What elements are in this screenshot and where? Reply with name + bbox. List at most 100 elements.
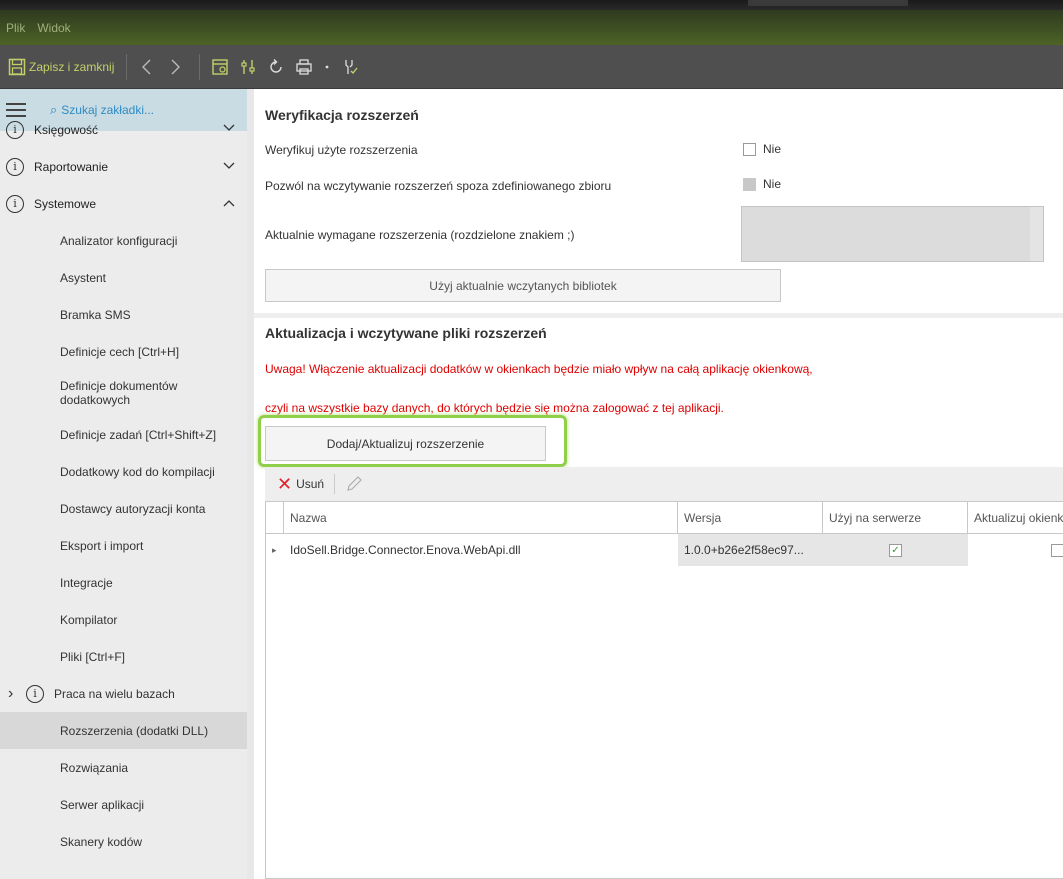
save-and-close-label: Zapisz i zamknij — [29, 59, 115, 74]
sidebar-subgroup-praca-na-wielu-bazach[interactable]: › i Praca na wielu bazach — [0, 675, 247, 712]
chevron-right-icon: › — [8, 684, 14, 702]
save-and-close-button[interactable]: Zapisz i zamknij — [4, 54, 118, 80]
row-expand-icon[interactable]: ▸ — [266, 534, 284, 566]
sidebar-item[interactable]: Integracje — [0, 564, 247, 601]
warning-text-line2: czyli na wszystkie bazy danych, do który… — [265, 401, 724, 415]
extensions-grid: Nazwa Wersja Użyj na serwerze Aktualizuj… — [265, 501, 1063, 879]
sidebar-group-label: Raportowanie — [34, 159, 109, 174]
sidebar-item[interactable]: Bramka SMS — [0, 296, 247, 333]
hamburger-menu-icon[interactable] — [6, 103, 26, 117]
warning-text-line1: Uwaga! Włączenie aktualizacji dodatków w… — [265, 362, 813, 376]
sidebar-item[interactable]: Definicje dokumentów dodatkowych — [0, 370, 200, 416]
menu-view[interactable]: Widok — [37, 21, 70, 35]
cell-version: 1.0.0+b26e2f58ec97... — [678, 534, 823, 566]
toolbar-separator — [199, 53, 201, 80]
section-divider — [254, 313, 1063, 318]
verify-extensions-value: Nie — [763, 142, 782, 156]
sidebar-item[interactable]: Skanery kodów — [0, 823, 247, 860]
search-icon: ⌕ — [50, 102, 58, 117]
use-on-server-checkbox[interactable]: ✓ — [889, 543, 902, 557]
settings-icon — [241, 59, 255, 74]
sidebar-item[interactable]: Kompilator — [0, 601, 247, 638]
sidebar-search-input[interactable]: Szukaj zakładki... — [61, 103, 154, 117]
forward-button[interactable] — [163, 54, 187, 80]
sidebar-item[interactable]: Dodatkowy kod do kompilacji — [0, 453, 247, 490]
delete-icon[interactable]: ✕ — [277, 474, 292, 495]
add-update-extension-button[interactable]: Dodaj/Aktualizuj rozszerzenie — [265, 426, 546, 461]
sidebar-subgroup-label: Praca na wielu bazach — [54, 686, 175, 701]
sidebar-group-label: Systemowe — [34, 196, 97, 211]
tools-button[interactable] — [338, 54, 362, 80]
print-dropdown-button[interactable] — [320, 54, 334, 80]
section-title-verification: Weryfikacja rozszerzeń — [265, 107, 419, 123]
column-header-name[interactable]: Nazwa — [284, 502, 678, 534]
edit-pencil-icon[interactable] — [345, 475, 363, 493]
sidebar-item[interactable]: Definicje cech [Ctrl+H] — [0, 333, 247, 370]
section-title-update: Aktualizacja i wczytywane pliki rozszerz… — [265, 325, 547, 341]
title-strip — [0, 0, 1063, 10]
back-icon — [142, 59, 151, 74]
grid-header: Nazwa Wersja Użyj na serwerze Aktualizuj… — [266, 502, 1063, 534]
window-button[interactable] — [208, 54, 232, 80]
sidebar-group-label: Księgowość — [34, 122, 99, 137]
grid-row-indicator-header — [266, 502, 284, 534]
info-icon: i — [6, 120, 24, 139]
dropdown-icon — [325, 65, 329, 68]
allow-outside-label: Pozwól na wczytywanie rozszerzeń spoza z… — [265, 179, 612, 193]
sidebar-group-systemowe[interactable]: i Systemowe — [0, 185, 247, 222]
cell-name: IdoSell.Bridge.Connector.Enova.WebApi.dl… — [290, 543, 521, 557]
panel-gap — [247, 89, 254, 879]
table-row[interactable]: ▸ IdoSell.Bridge.Connector.Enova.WebApi.… — [266, 534, 1063, 566]
chevron-up-icon — [223, 200, 235, 207]
sidebar-item-active[interactable]: Rozszerzenia (dodatki DLL) — [0, 712, 247, 749]
chevron-down-icon — [223, 162, 235, 169]
chevron-down-icon — [223, 124, 235, 131]
allow-outside-value: Nie — [763, 177, 782, 191]
title-strip-block — [748, 0, 908, 6]
grid-toolbar: ✕ Usuń — [265, 467, 1063, 501]
refresh-button[interactable] — [264, 54, 288, 80]
sidebar-item[interactable]: Asystent — [0, 259, 247, 296]
sidebar-item[interactable]: Pliki [Ctrl+F] — [0, 638, 247, 675]
sidebar-group-raportowanie[interactable]: i Raportowanie — [0, 148, 247, 185]
forward-icon — [171, 59, 181, 74]
verify-extensions-checkbox[interactable] — [743, 143, 756, 156]
main-panel: Weryfikacja rozszerzeń Weryfikuj użyte r… — [254, 89, 1063, 879]
save-icon — [8, 58, 26, 75]
sidebar-group-ksiegowosc[interactable]: i Księgowość — [0, 120, 247, 139]
allow-outside-checkbox[interactable] — [743, 178, 756, 191]
use-loaded-libraries-button[interactable]: Użyj aktualnie wczytanych bibliotek — [265, 269, 781, 302]
sidebar-item[interactable]: Eksport i import — [0, 527, 247, 564]
verify-extensions-label: Weryfikuj użyte rozszerzenia — [265, 143, 418, 157]
column-header-use-on-server[interactable]: Użyj na serwerze — [823, 502, 968, 534]
toolbar-separator — [334, 474, 336, 494]
scrollbar[interactable] — [1030, 207, 1043, 261]
refresh-icon — [270, 58, 283, 73]
info-icon: i — [6, 157, 24, 176]
print-button[interactable] — [292, 54, 316, 80]
menubar: Plik Widok — [0, 10, 1063, 45]
back-button[interactable] — [135, 54, 159, 80]
settings-button[interactable] — [236, 54, 260, 80]
window-icon — [212, 58, 229, 75]
sidebar-item[interactable]: Serwer aplikacji — [0, 786, 247, 823]
sidebar: ⌕ Szukaj zakładki... i Księgowość i Rapo… — [0, 89, 247, 879]
info-icon: i — [26, 684, 44, 703]
toolbar-separator — [126, 53, 128, 80]
wrench-icon — [345, 59, 358, 74]
sidebar-item[interactable]: Definicje zadań [Ctrl+Shift+Z] — [0, 416, 247, 453]
delete-button[interactable]: Usuń — [296, 477, 324, 491]
sidebar-item[interactable]: Analizator konfiguracji — [0, 222, 247, 259]
sidebar-item[interactable]: Rozwiązania — [0, 749, 247, 786]
column-header-version[interactable]: Wersja — [678, 502, 823, 534]
update-windows-checkbox[interactable] — [1051, 543, 1063, 557]
info-icon: i — [6, 194, 24, 213]
cell-use-on-server: ✓ — [823, 534, 968, 566]
menu-file[interactable]: Plik — [6, 21, 25, 35]
required-extensions-field[interactable] — [741, 206, 1044, 262]
required-extensions-label: Aktualnie wymagane rozszerzenia (rozdzie… — [265, 228, 575, 242]
sidebar-item[interactable]: Dostawcy autoryzacji konta — [0, 490, 247, 527]
column-header-update-windows[interactable]: Aktualizuj okienka — [968, 502, 1063, 534]
print-icon — [296, 58, 313, 75]
toolbar: Zapisz i zamknij — [0, 45, 1063, 89]
